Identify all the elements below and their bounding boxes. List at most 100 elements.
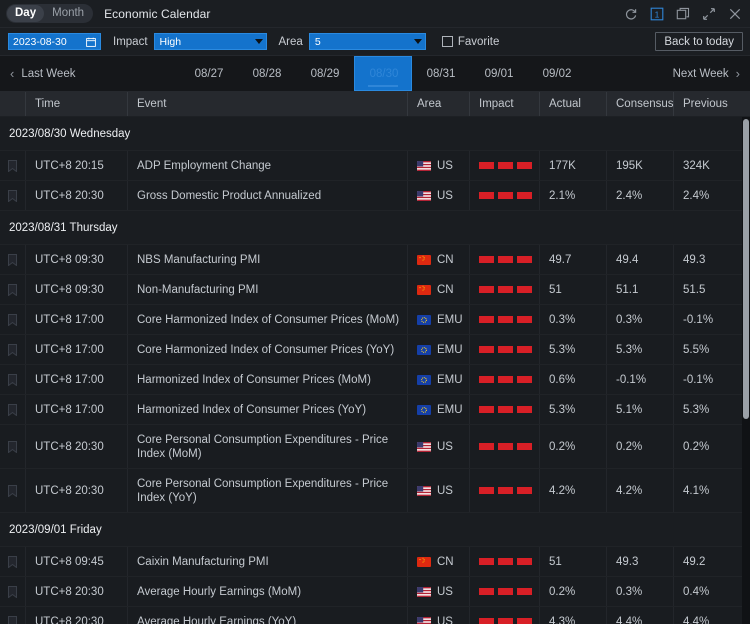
cell-event: Non-Manufacturing PMI [128, 275, 408, 304]
table-row[interactable]: UTC+8 20:30Core Personal Consumption Exp… [0, 425, 750, 469]
refresh-icon[interactable] [623, 6, 638, 21]
cell-previous: 4.4% [674, 607, 742, 624]
cell-bookmark[interactable] [0, 547, 26, 576]
cell-bookmark[interactable] [0, 245, 26, 274]
bookmark-icon[interactable] [8, 344, 17, 356]
table-row[interactable]: UTC+8 17:00Core Harmonized Index of Cons… [0, 305, 750, 335]
week-day-0830[interactable]: 08/30 [354, 56, 412, 91]
cell-area: US [408, 425, 470, 468]
scrollbar-thumb[interactable] [743, 119, 749, 419]
cell-consensus: 49.3 [607, 547, 674, 576]
bookmark-icon[interactable] [8, 586, 17, 598]
area-flag-label: EMU [417, 374, 463, 386]
column-header-area[interactable]: Area [408, 92, 470, 116]
expand-icon[interactable] [701, 6, 716, 21]
week-day-0827[interactable]: 08/27 [180, 56, 238, 91]
bookmark-icon[interactable] [8, 314, 17, 326]
time-value: UTC+8 17:00 [35, 404, 104, 416]
area-select[interactable]: 5 [309, 33, 426, 50]
table-row[interactable]: UTC+8 20:30Core Personal Consumption Exp… [0, 469, 750, 513]
cell-bookmark[interactable] [0, 577, 26, 606]
week-day-0901[interactable]: 09/01 [470, 56, 528, 91]
bookmark-icon[interactable] [8, 190, 17, 202]
cell-consensus: 195K [607, 151, 674, 180]
date-input[interactable]: 2023-08-30 [8, 33, 101, 50]
table-row[interactable]: UTC+8 09:30NBS Manufacturing PMICN49.749… [0, 245, 750, 275]
back-to-today-button[interactable]: Back to today [655, 32, 743, 51]
bookmark-icon[interactable] [8, 616, 17, 624]
area-flag-label: EMU [417, 404, 463, 416]
actual-value: 0.2% [549, 441, 575, 453]
week-day-tabs: 08/27 08/28 08/29 08/30 08/31 09/01 09/0… [180, 56, 586, 91]
area-code: US [437, 616, 453, 624]
tab-month[interactable]: Month [44, 5, 92, 22]
table-row[interactable]: UTC+8 20:15ADP Employment ChangeUS177K19… [0, 151, 750, 181]
bookmark-icon[interactable] [8, 160, 17, 172]
table-row[interactable]: UTC+8 20:30Average Hourly Earnings (MoM)… [0, 577, 750, 607]
duplicate-window-icon[interactable] [675, 6, 690, 21]
cell-bookmark[interactable] [0, 395, 26, 424]
table-row[interactable]: UTC+8 17:00Core Harmonized Index of Cons… [0, 335, 750, 365]
week-day-0828[interactable]: 08/28 [238, 56, 296, 91]
impact-bar [479, 346, 494, 353]
cell-bookmark[interactable] [0, 425, 26, 468]
previous-value: 49.3 [683, 254, 705, 266]
table-row[interactable]: UTC+8 09:30Non-Manufacturing PMICN5151.1… [0, 275, 750, 305]
column-header-impact[interactable]: Impact [470, 92, 540, 116]
page-count-icon[interactable]: 1 [649, 6, 664, 21]
table-row[interactable]: UTC+8 20:30Average Hourly Earnings (YoY)… [0, 607, 750, 624]
impact-bar [479, 316, 494, 323]
impact-bar [479, 192, 494, 199]
cell-previous: 5.5% [674, 335, 742, 364]
column-header-time[interactable]: Time [26, 92, 128, 116]
last-week-label: Last Week [21, 68, 75, 80]
table-row[interactable]: UTC+8 20:30Gross Domestic Product Annual… [0, 181, 750, 211]
event-name: Core Harmonized Index of Consumer Prices… [137, 343, 394, 357]
table-row[interactable]: UTC+8 09:45Caixin Manufacturing PMICN514… [0, 547, 750, 577]
cell-bookmark[interactable] [0, 305, 26, 334]
view-mode-switch[interactable]: Day Month [6, 4, 93, 23]
column-header-event[interactable]: Event [128, 92, 408, 116]
week-day-0831[interactable]: 08/31 [412, 56, 470, 91]
bookmark-icon[interactable] [8, 441, 17, 453]
favorite-filter[interactable]: Favorite [442, 36, 500, 48]
column-header-mark[interactable] [0, 92, 26, 116]
cell-consensus: 2.4% [607, 181, 674, 210]
bookmark-icon[interactable] [8, 404, 17, 416]
cell-bookmark[interactable] [0, 151, 26, 180]
cell-bookmark[interactable] [0, 365, 26, 394]
vertical-scrollbar[interactable] [742, 117, 750, 624]
cell-bookmark[interactable] [0, 275, 26, 304]
bookmark-icon[interactable] [8, 374, 17, 386]
column-header-previous[interactable]: Previous [674, 92, 742, 116]
impact-bar [517, 256, 532, 263]
bookmark-icon[interactable] [8, 556, 17, 568]
event-name: ADP Employment Change [137, 159, 271, 173]
impact-bar [498, 558, 513, 565]
column-header-actual[interactable]: Actual [540, 92, 607, 116]
favorite-checkbox[interactable] [442, 36, 453, 47]
column-header-consensus[interactable]: Consensus [607, 92, 674, 116]
cell-bookmark[interactable] [0, 335, 26, 364]
bookmark-icon[interactable] [8, 254, 17, 266]
area-value: 5 [315, 36, 321, 48]
cell-previous: 2.4% [674, 181, 742, 210]
week-day-0902[interactable]: 09/02 [528, 56, 586, 91]
cell-bookmark[interactable] [0, 469, 26, 512]
close-icon[interactable] [727, 6, 742, 21]
tab-day[interactable]: Day [7, 5, 44, 22]
impact-select[interactable]: High [154, 33, 267, 50]
time-value: UTC+8 20:30 [35, 485, 104, 497]
bookmark-icon[interactable] [8, 485, 17, 497]
next-week-button[interactable]: Next Week › [673, 67, 740, 80]
last-week-button[interactable]: ‹ Last Week [10, 67, 75, 80]
actual-value: 51 [549, 284, 562, 296]
table-row[interactable]: UTC+8 17:00Harmonized Index of Consumer … [0, 395, 750, 425]
cell-bookmark[interactable] [0, 607, 26, 624]
bookmark-icon[interactable] [8, 284, 17, 296]
date-value: 2023-08-30 [13, 36, 86, 48]
week-day-0829[interactable]: 08/29 [296, 56, 354, 91]
emu-flag-icon [417, 375, 431, 385]
table-row[interactable]: UTC+8 17:00Harmonized Index of Consumer … [0, 365, 750, 395]
cell-bookmark[interactable] [0, 181, 26, 210]
